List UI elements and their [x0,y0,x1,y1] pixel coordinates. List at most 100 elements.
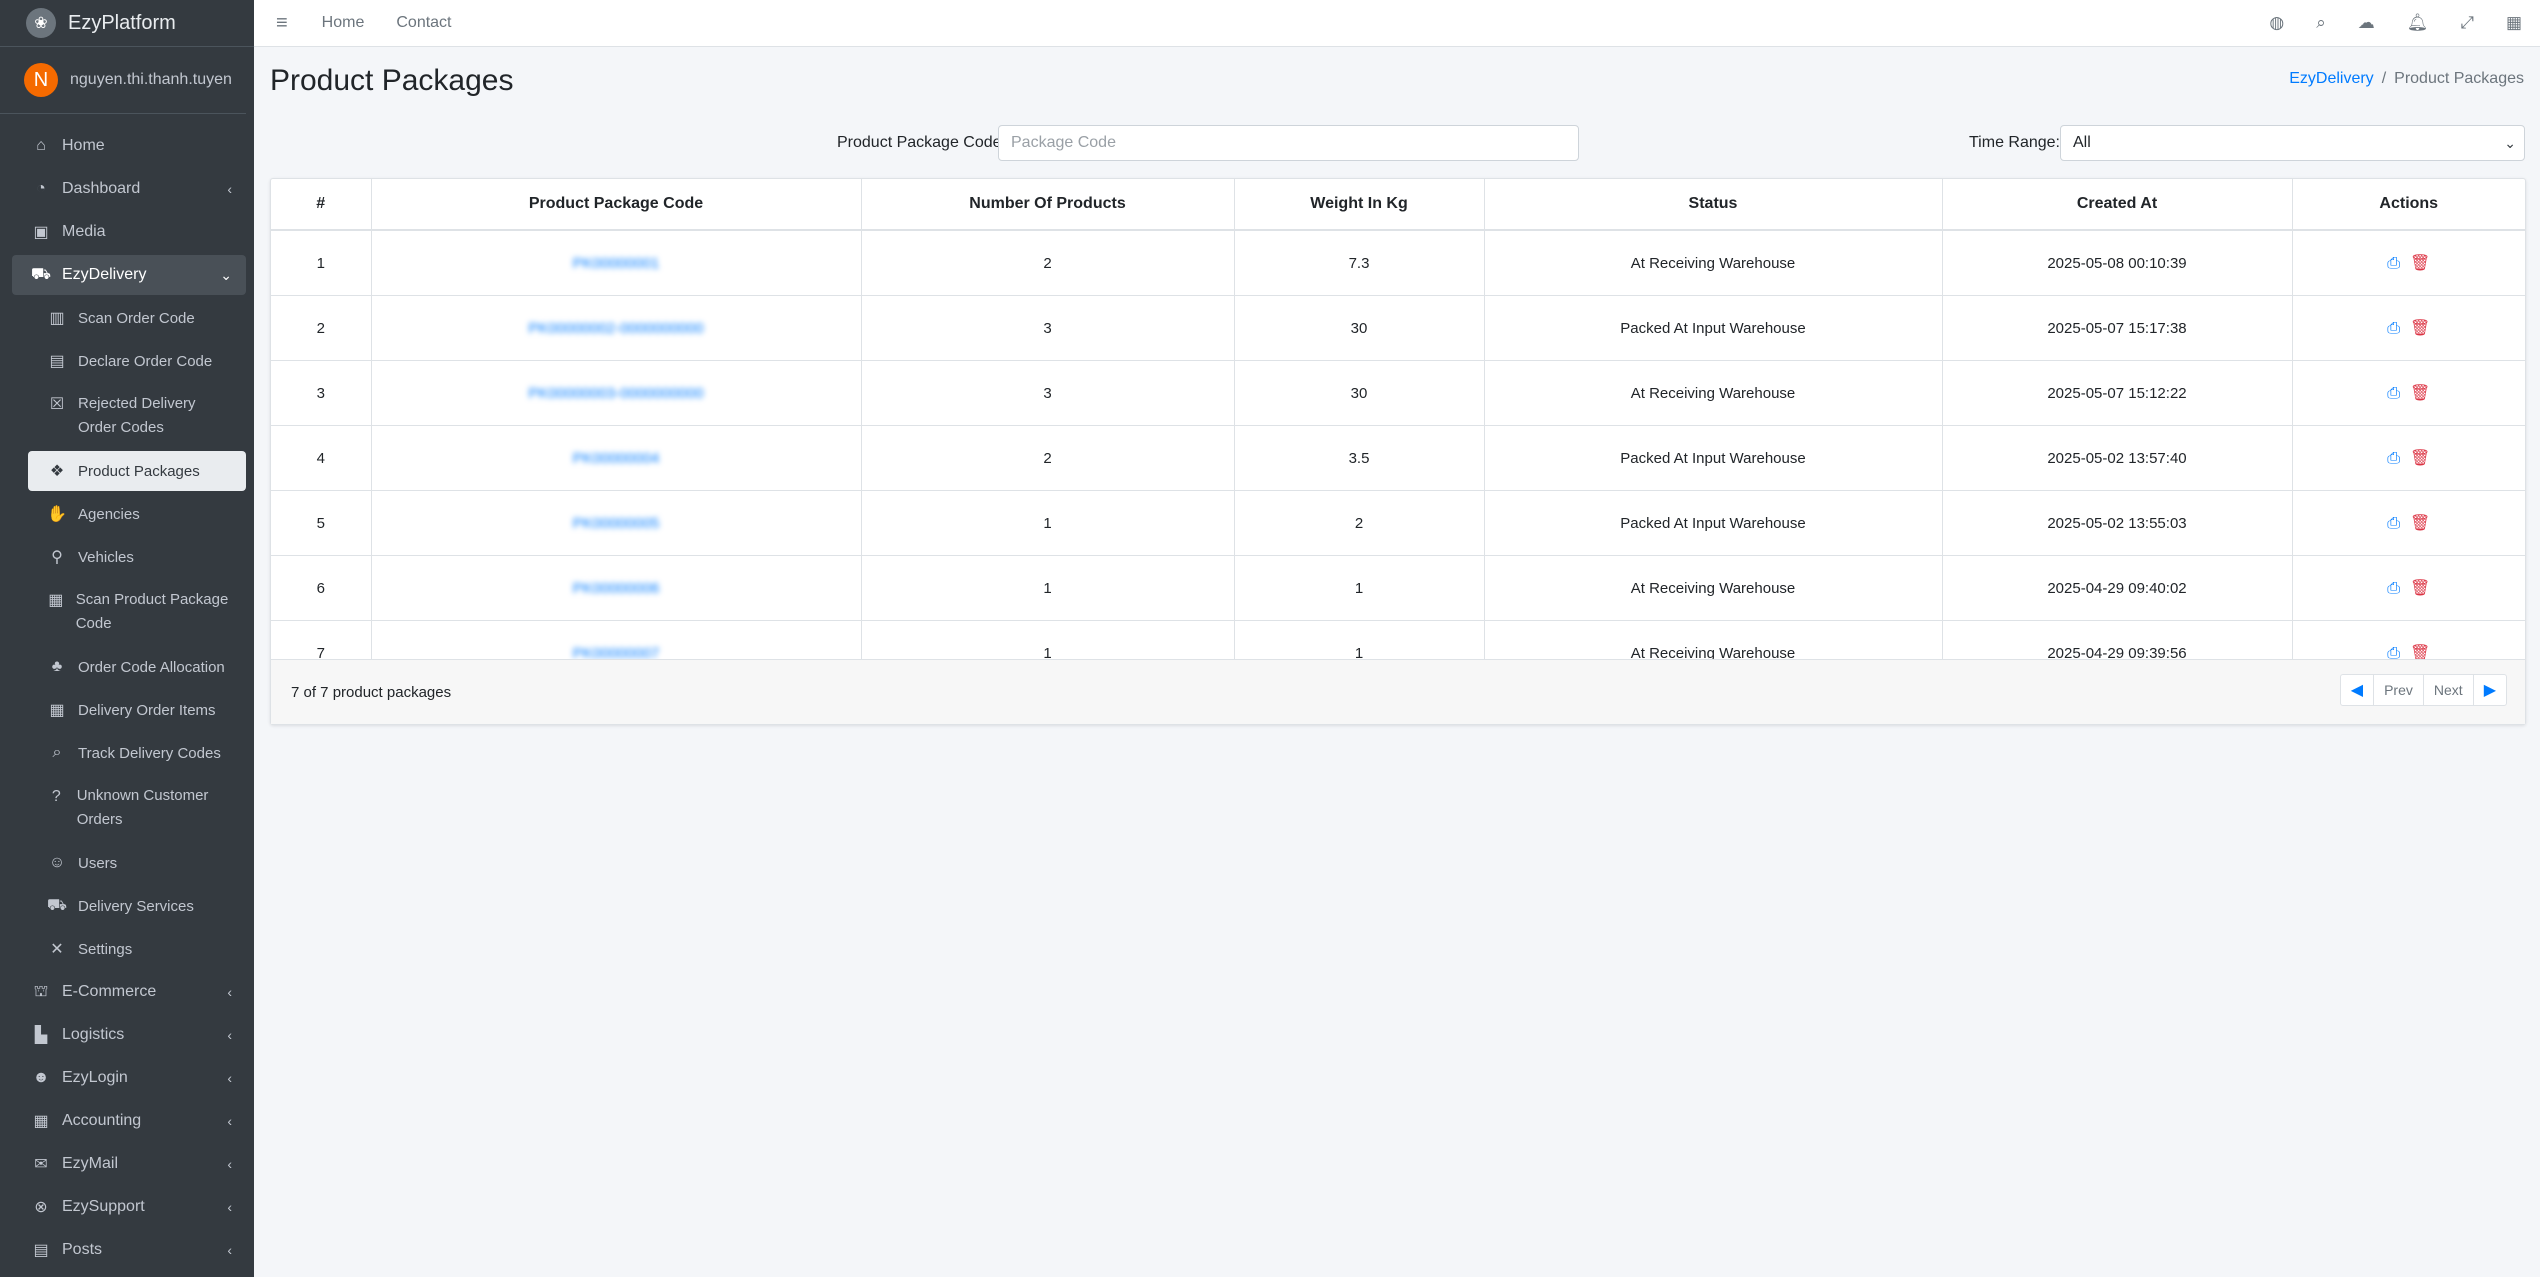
status: At Receiving Warehouse [1484,230,1943,296]
package-code-input[interactable] [998,125,1579,161]
sidebar-item-label: Scan Order Code [78,309,195,327]
trash-icon[interactable]: 🗑︎ [2410,255,2430,272]
package-code-link[interactable]: PK00000003-0000000000 [528,385,703,402]
sidebar-item-settings[interactable]: ✕ Settings [28,929,246,969]
sidebar-item-label: Product Packages [78,462,200,480]
envelope-icon: ✉ [34,1156,48,1173]
row-number: 4 [271,425,372,491]
sidebar-item-ezylogin[interactable]: ☻ EzyLogin ‹ [12,1058,246,1098]
sidebar-item-dashboard[interactable]: ◔ Dashboard ‹ [12,169,246,209]
brand[interactable]: ❀ EzyPlatform [0,0,254,47]
sidebar-item-declare-order-code[interactable]: ▤ Declare Order Code [28,341,246,381]
sidebar-item-delivery-order-items[interactable]: ▦ Delivery Order Items [28,690,246,730]
next-button[interactable]: Next [2424,675,2474,705]
sidebar-item-ezymail[interactable]: ✉ EzyMail ‹ [12,1144,246,1184]
sidebar-item-label: Home [62,137,105,154]
sidebar-item-unknown-customer-orders[interactable]: ? Unknown Customer Orders [28,776,246,840]
file-icon: ▤ [49,353,65,370]
sidebar-item-posts[interactable]: ▤ Posts ‹ [12,1230,246,1270]
column-header: Status [1484,179,1943,231]
image-icon: ▣ [33,224,49,241]
trash-icon[interactable]: 🗑︎ [2410,515,2430,532]
products-count: 3 [861,360,1235,426]
trash-icon[interactable]: 🗑︎ [2410,580,2430,597]
shopping-basket-icon: ⛫ [33,983,49,1000]
trash-icon[interactable]: 🗑︎ [2410,385,2430,402]
status: At Receiving Warehouse [1484,360,1943,426]
sidebar-item-track-delivery-codes[interactable]: ⌕ Track Delivery Codes [28,733,246,773]
fullscreen-icon[interactable]: ⤢ [2460,13,2474,33]
sidebar-item-logistics[interactable]: ▙ Logistics ‹ [12,1015,246,1055]
newspaper-icon: ▤ [33,1242,49,1259]
created-at: 2025-05-07 15:12:22 [1942,360,2293,426]
sidebar-nav: ⌂ Home ◔ Dashboard ‹ ▣ Media ⛟ EzyDelive… [0,114,254,1270]
print-icon[interactable]: ⎙ [2387,580,2400,597]
package-code-link[interactable]: PK00000006 [573,580,660,597]
sidebar-item-label: Settings [78,940,133,958]
print-icon[interactable]: ⎙ [2387,450,2400,467]
package-code-cell: PK00000006 [371,555,862,621]
sidebar-item-label: Scan Product Package Code [75,591,229,632]
created-at: 2025-05-02 13:55:03 [1942,490,2293,556]
column-header: Created At [1942,179,2293,231]
sidebar-item-ezydelivery[interactable]: ⛟ EzyDelivery ⌄ [12,255,246,295]
sidebar-item-label: E-Commerce [62,983,157,1000]
products-count: 3 [861,295,1235,361]
package-code-link[interactable]: PK00000001 [573,255,660,272]
trash-icon[interactable]: 🗑︎ [2410,320,2430,337]
row-number: 2 [271,295,372,361]
arrow-circle-left-icon[interactable]: ◀ [2341,675,2375,705]
sidebar-item-scan-order-code[interactable]: ▥ Scan Order Code [28,298,246,338]
sidebar-item-scan-product-package-code[interactable]: ▦ Scan Product Package Code [28,580,246,644]
sidebar-item-ezysupport[interactable]: ⊗ EzySupport ‹ [12,1187,246,1227]
sidebar-item-e-commerce[interactable]: ⛫ E-Commerce ‹ [12,972,246,1012]
brand-logo-icon: ❀ [26,8,56,38]
breadcrumb-current: Product Packages [2394,70,2524,87]
package-code-link[interactable]: PK00000005 [573,515,660,532]
table-row: 1 PK00000001 2 7.3 At Receiving Warehous… [271,230,2525,296]
print-icon[interactable]: ⎙ [2387,515,2400,532]
apps-grid-icon[interactable]: ▦ [2506,13,2522,33]
sidebar-item-users[interactable]: ☺ Users [28,843,246,883]
sidebar-item-home[interactable]: ⌂ Home [12,126,246,166]
prev-button[interactable]: Prev [2374,675,2424,705]
globe-icon[interactable]: ◍ [2269,13,2284,33]
sidebar-item-product-packages[interactable]: ❖ Product Packages [28,451,246,491]
print-icon[interactable]: ⎙ [2387,255,2400,272]
bell-icon[interactable]: 🔔︎ [2407,13,2429,33]
trash-icon[interactable]: 🗑︎ [2410,450,2430,467]
print-icon[interactable]: ⎙ [2387,385,2400,402]
column-header: # [271,179,372,231]
sidebar-item-order-code-allocation[interactable]: ♣ Order Code Allocation [28,647,246,687]
sidebar-item-label: Agencies [78,505,140,523]
breadcrumb-link-ezydelivery[interactable]: EzyDelivery [2289,70,2373,87]
print-icon[interactable]: ⎙ [2387,320,2400,337]
tools-icon: ✕ [50,941,64,958]
weight-kg: 1 [1234,555,1485,621]
sidebar-item-media[interactable]: ▣ Media [12,212,246,252]
sidebar-item-delivery-services[interactable]: ⛟ Delivery Services [28,886,246,926]
comments-icon[interactable]: ☁ [2358,13,2375,33]
hamburger-menu-icon[interactable]: ≡ [276,12,288,35]
topnav-link-contact[interactable]: Contact [396,14,451,32]
topnav-link-home[interactable]: Home [322,14,365,32]
time-range-select[interactable]: All ⌄ [2060,125,2525,161]
sidebar-item-label: Media [62,223,106,240]
search-icon: ⌕ [52,744,62,761]
question-icon: ? [51,788,61,805]
sidebar-item-accounting[interactable]: ▦ Accounting ‹ [12,1101,246,1141]
sidebar-item-rejected-delivery-order-codes[interactable]: ☒ Rejected Delivery Order Codes [28,384,246,448]
sitemap-icon: ♣ [51,658,63,675]
package-code-link[interactable]: PK00000002-0000000000 [528,320,703,337]
truck-icon: ⛟ [30,266,52,283]
sidebar: ❀ EzyPlatform N nguyen.thi.thanh.tuyen ⌂… [0,0,254,1277]
user-panel[interactable]: N nguyen.thi.thanh.tuyen [0,47,246,114]
weight-kg: 2 [1234,490,1485,556]
arrow-circle-right-icon[interactable]: ▶ [2474,675,2506,705]
warehouse-icon: ▙ [34,1027,48,1044]
search-icon[interactable]: ⌕ [2316,13,2326,33]
package-code-link[interactable]: PK00000004 [573,450,660,467]
column-header: Actions [2292,179,2525,231]
sidebar-item-vehicles[interactable]: ⚲ Vehicles [28,537,246,577]
sidebar-item-agencies[interactable]: ✋ Agencies [28,494,246,534]
